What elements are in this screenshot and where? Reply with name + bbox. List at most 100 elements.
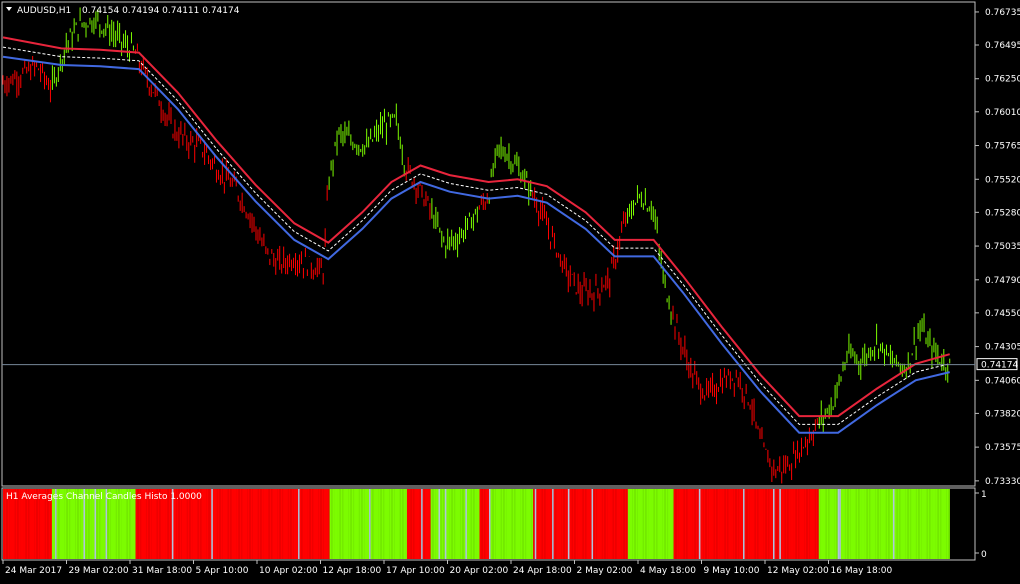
histogram-bar <box>313 489 316 559</box>
histogram-bar <box>908 489 911 559</box>
histogram-bar <box>768 489 770 559</box>
histogram-bar <box>649 489 652 559</box>
histogram-bar <box>269 489 272 559</box>
histogram-bar <box>618 489 621 559</box>
time-tick-label: 9 May 10:00 <box>704 566 760 576</box>
histogram-bar <box>705 489 707 559</box>
histogram-bar <box>316 489 319 559</box>
histogram-bar <box>735 489 737 559</box>
histogram-bar <box>559 489 562 559</box>
histogram-bar <box>743 489 745 559</box>
histogram-bar <box>918 489 920 559</box>
histogram-bar <box>807 489 810 559</box>
histogram-bar <box>630 489 633 559</box>
histogram-bar <box>203 489 206 559</box>
histogram-bar <box>855 489 857 559</box>
histogram-bar <box>608 489 611 559</box>
histogram-bar <box>421 489 423 559</box>
histogram-bar <box>790 489 793 559</box>
price-tick-label: 0.73575 <box>985 443 1020 453</box>
histogram-bar <box>468 489 471 559</box>
histogram-bar <box>645 489 647 559</box>
histogram-bar <box>601 489 603 559</box>
histogram-bar <box>492 489 494 559</box>
histogram-bar <box>653 489 655 559</box>
histogram-bar <box>329 489 332 559</box>
histogram-bar <box>752 489 755 559</box>
histogram-bar <box>470 489 472 559</box>
histogram-bar <box>719 489 722 559</box>
histogram-bar <box>488 489 491 559</box>
histogram-bar <box>526 489 529 559</box>
histogram-bar <box>583 489 586 559</box>
chart-window[interactable]: 0.76735 0.76495 0.76250 0.76010 0.75765 0.755… <box>0 0 1020 581</box>
histogram-bar <box>506 489 509 559</box>
histogram-bar <box>713 489 715 559</box>
histogram-bar <box>233 489 236 559</box>
histogram-bar <box>875 489 878 559</box>
histogram-bar <box>231 489 234 559</box>
histogram-bar <box>684 489 687 559</box>
histogram-bar <box>654 489 657 559</box>
histogram-bar <box>564 489 567 559</box>
indicator-scale-bottom: 0 <box>981 550 987 560</box>
histogram-bar <box>547 489 550 559</box>
histogram-bar <box>927 489 930 559</box>
histogram-bar <box>372 489 374 559</box>
histogram-bar <box>463 489 466 559</box>
histogram-bar <box>211 489 213 559</box>
price-tick-label: 0.76495 <box>985 41 1020 51</box>
histogram-bar <box>864 489 867 559</box>
histogram-bar <box>760 489 763 559</box>
histogram-bar <box>948 489 950 559</box>
histogram-bar <box>585 489 587 559</box>
histogram-bar <box>449 489 452 559</box>
histogram-bar <box>651 489 654 559</box>
histogram-bar <box>851 489 854 559</box>
histogram-bar <box>422 489 425 559</box>
histogram-bar <box>354 489 357 559</box>
price-tick-label: 0.74790 <box>985 276 1020 286</box>
histogram-bar <box>534 489 537 559</box>
histogram-bar <box>356 489 359 559</box>
price-tick-label: 0.75280 <box>985 208 1020 218</box>
histogram-bar <box>566 489 569 559</box>
histogram-bar <box>720 489 723 559</box>
symbol-header[interactable]: AUDUSD,H1 0.74154 0.74194 0.74111 0.7417… <box>6 6 240 16</box>
histogram-bar <box>216 489 218 559</box>
histogram-bar <box>922 489 925 559</box>
histogram-bar <box>793 489 796 559</box>
histogram-bar <box>646 489 649 559</box>
histogram-bar <box>899 489 901 559</box>
histogram-bar <box>324 489 327 559</box>
histogram-bar <box>926 489 928 559</box>
histogram-bar <box>340 489 343 559</box>
histogram-bar <box>815 489 818 559</box>
histogram-bar <box>285 489 288 559</box>
histogram-bar <box>268 489 270 559</box>
histogram-bar <box>771 489 774 559</box>
histogram-bar <box>825 489 827 559</box>
histogram-bar <box>755 489 758 559</box>
histogram-bar <box>466 489 469 559</box>
histogram-bar <box>238 489 240 559</box>
histogram-bar <box>913 489 916 559</box>
histogram-bar <box>473 489 475 559</box>
histogram-bar <box>902 489 905 559</box>
histogram-bar <box>498 489 501 559</box>
histogram-bar <box>301 489 303 559</box>
histogram-bar <box>384 489 387 559</box>
price-tick-label: 0.74060 <box>985 376 1020 386</box>
chart-canvas[interactable]: 0.76735 0.76495 0.76250 0.76010 0.75765 0.755… <box>0 0 1020 581</box>
histogram-bar <box>692 489 695 559</box>
histogram-bar <box>279 489 281 559</box>
histogram-bar <box>858 489 860 559</box>
histogram-bar <box>335 489 338 559</box>
histogram-bar <box>784 489 786 559</box>
histogram-bar <box>487 489 490 559</box>
indicator-panel[interactable]: H1 Averages Channel Candles Histo 1.0000… <box>1 487 987 561</box>
histogram-bar <box>337 489 340 559</box>
histogram-bar <box>660 489 663 559</box>
histogram-bar <box>280 489 283 559</box>
histogram-bar <box>206 489 209 559</box>
